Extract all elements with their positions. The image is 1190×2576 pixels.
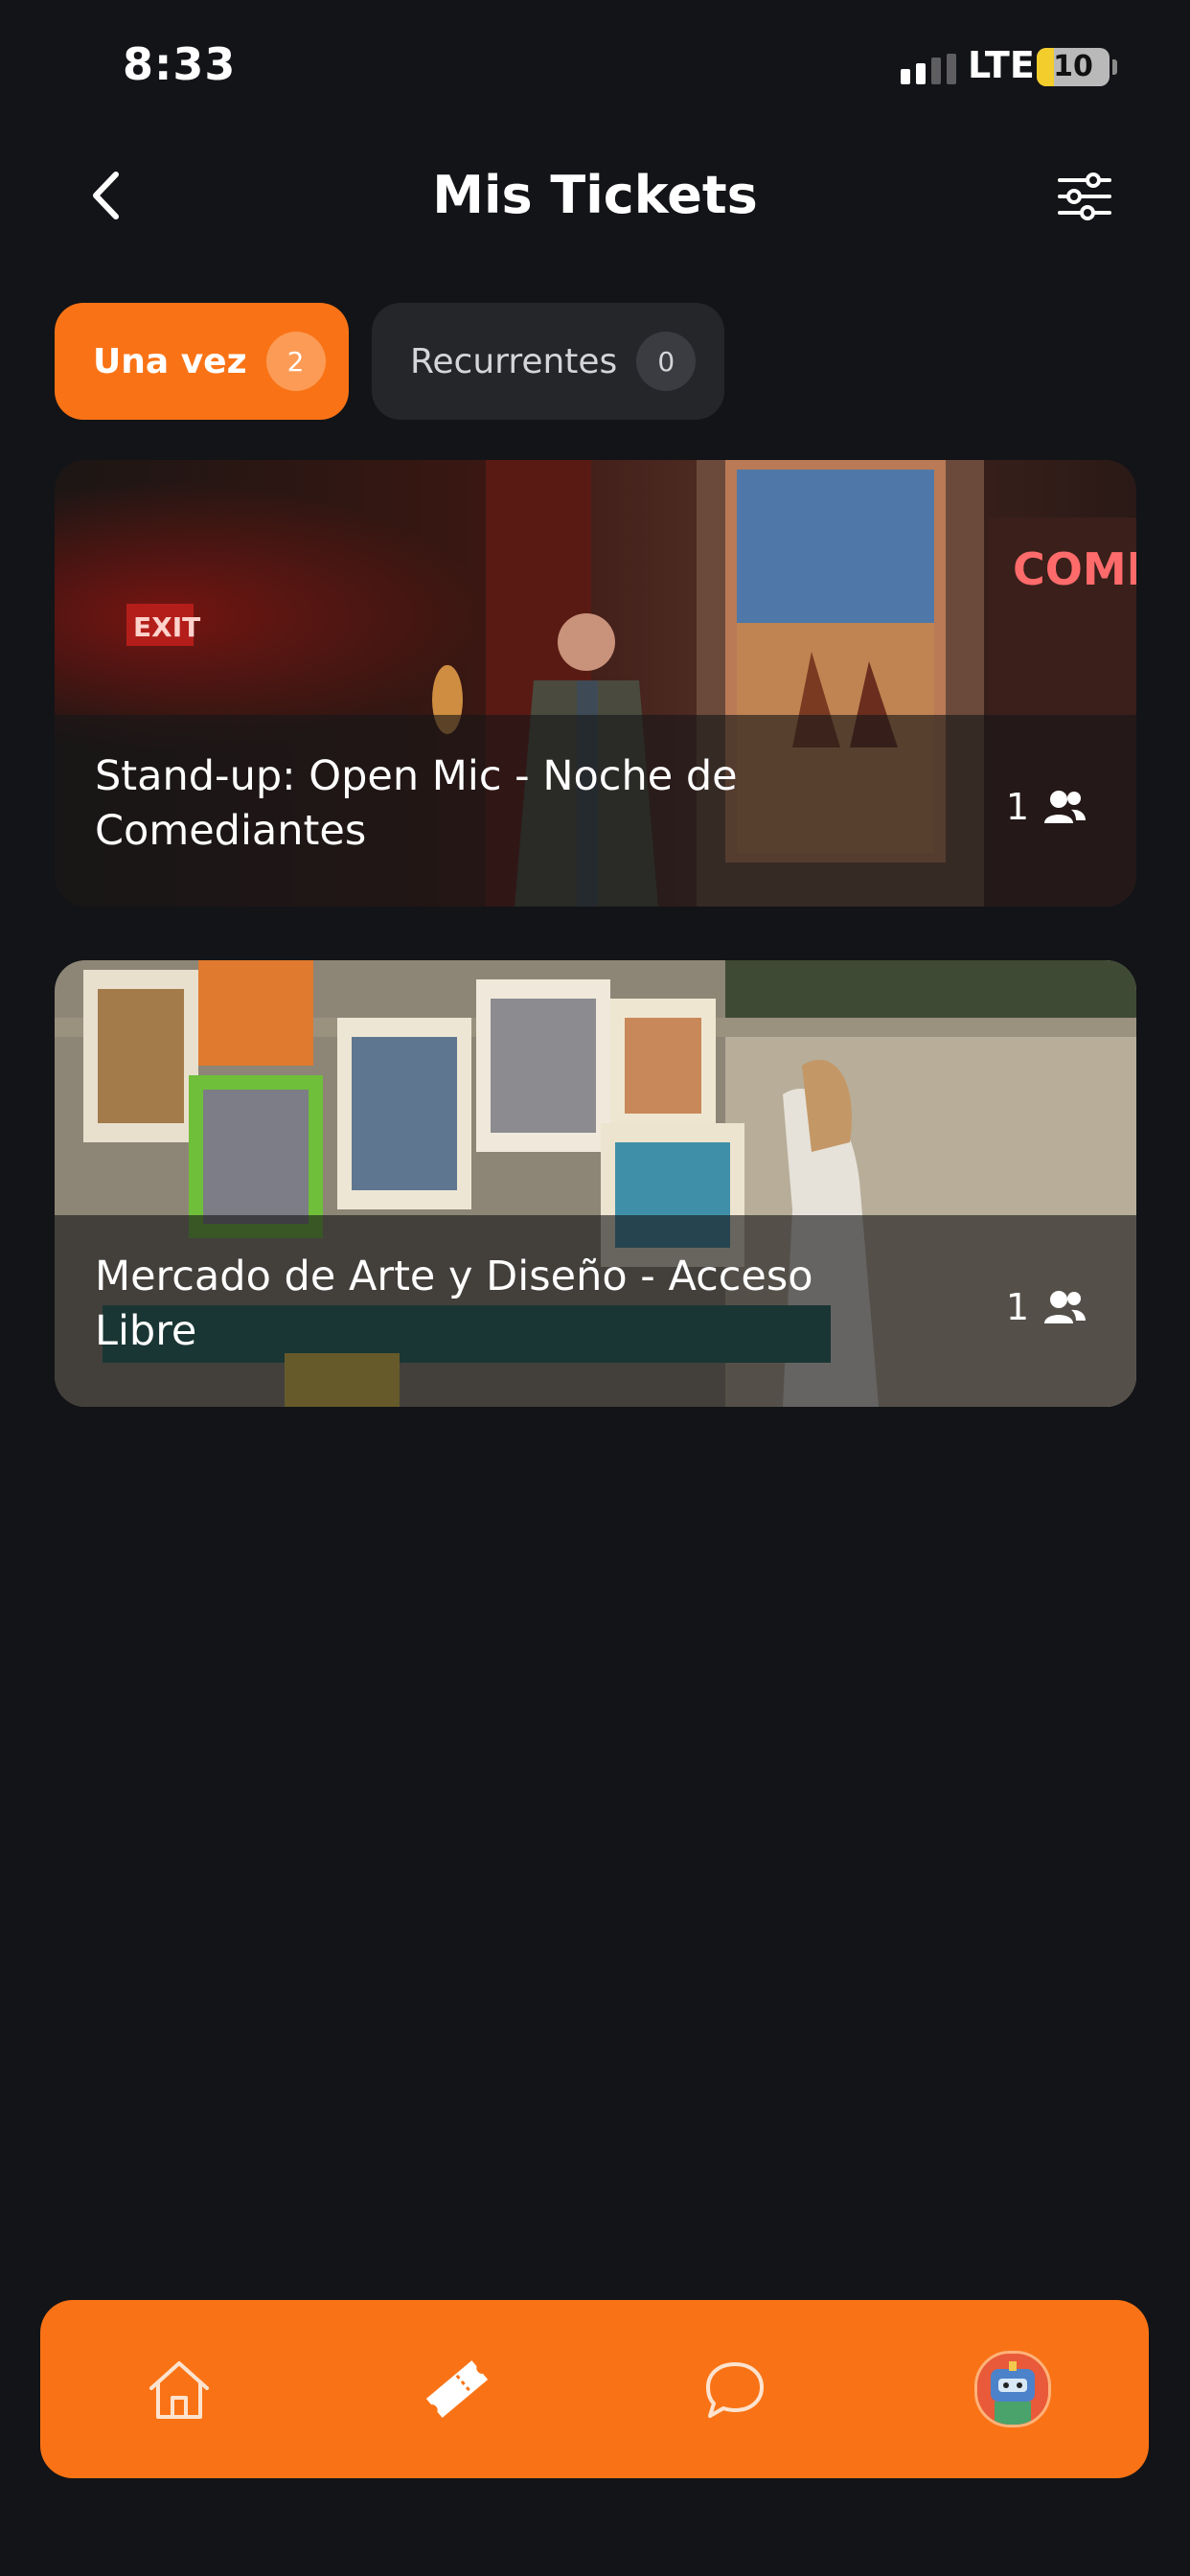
tab-una-vez[interactable]: Una vez 2	[55, 303, 349, 420]
attendee-count-value: 1	[1005, 1286, 1029, 1328]
nav-tickets[interactable]	[404, 2336, 510, 2442]
tab-recurrentes[interactable]: Recurrentes 0	[372, 303, 724, 420]
event-title: Mercado de Arte y Diseño - Acceso Libre	[95, 1253, 813, 1355]
event-card[interactable]: COMEDY EXIT Stand-up: Open Mic - Noche d…	[55, 460, 1136, 907]
tab-label: Recurrentes	[410, 341, 618, 381]
nav-profile[interactable]	[960, 2336, 1065, 2442]
attendee-count: 1	[1006, 786, 1087, 828]
network-type: LTE	[968, 44, 1035, 86]
page-title: Mis Tickets	[432, 165, 758, 225]
event-title: Stand-up: Open Mic - Noche de Comediante…	[95, 752, 738, 855]
attendee-count-value: 1	[1005, 786, 1029, 828]
status-bar: 8:33 LTE 10	[0, 0, 1190, 134]
event-card[interactable]: Mercado de Arte y Diseño - Acceso Libre …	[55, 960, 1136, 1407]
svg-text:COMEDY: COMEDY	[1013, 543, 1136, 595]
battery-nub	[1112, 59, 1117, 75]
status-time: 8:33	[123, 38, 237, 90]
nav-home[interactable]	[126, 2336, 232, 2442]
users-icon	[1044, 1291, 1086, 1323]
tab-count-badge: 0	[636, 332, 697, 391]
ticket-icon	[425, 2360, 489, 2418]
battery-icon: 10	[1037, 48, 1110, 86]
users-icon	[1044, 791, 1086, 823]
filter-button[interactable]	[1046, 163, 1123, 230]
tab-count-badge: 2	[265, 332, 326, 391]
battery-level: 10	[1053, 50, 1093, 83]
nav-chat[interactable]	[682, 2336, 788, 2442]
chat-icon	[706, 2362, 764, 2418]
sliders-icon	[1058, 172, 1111, 220]
home-icon	[149, 2361, 209, 2419]
tab-label: Una vez	[93, 341, 247, 381]
avatar	[974, 2351, 1051, 2427]
svg-text:EXIT: EXIT	[133, 611, 200, 643]
bottom-nav	[40, 2300, 1149, 2478]
signal-icon	[901, 54, 956, 84]
attendee-count: 1	[1006, 1286, 1087, 1328]
